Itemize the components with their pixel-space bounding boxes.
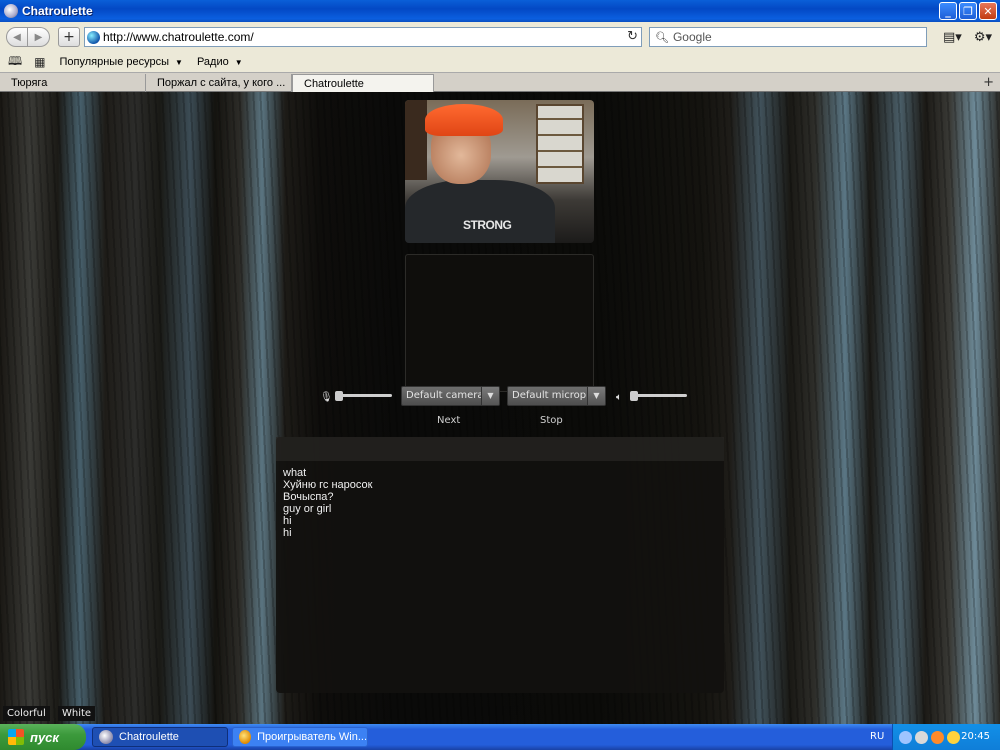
mic-volume-slider[interactable] bbox=[335, 394, 392, 397]
windows-logo-icon bbox=[8, 729, 24, 745]
theme-white-link[interactable]: White bbox=[58, 706, 96, 721]
start-button[interactable]: пуск bbox=[0, 724, 86, 750]
bookmark-popular[interactable]: Популярные ресурсы bbox=[60, 56, 170, 68]
task-label: Проигрыватель Win... bbox=[257, 731, 367, 743]
video-person-shirt bbox=[405, 180, 555, 243]
window-title: Chatroulette bbox=[22, 4, 93, 18]
chat-panel: what Хуйню гс наросок Вочыспа? guy or gi… bbox=[276, 437, 724, 693]
browser-task-icon bbox=[99, 730, 113, 744]
speaker-volume-knob[interactable] bbox=[630, 391, 638, 401]
back-arrow-icon: ◀ bbox=[13, 31, 21, 43]
tools-gear-icon[interactable]: ⚙▾ bbox=[974, 30, 992, 45]
chat-message: what bbox=[283, 467, 307, 479]
plus-icon: + bbox=[63, 29, 75, 45]
security-tray-icon[interactable] bbox=[931, 730, 944, 744]
search-icon[interactable]: 🔍︎ bbox=[655, 31, 669, 44]
page-menu-icon[interactable]: ▤▾ bbox=[943, 30, 962, 45]
chat-message: hi bbox=[283, 515, 292, 527]
chat-message: Хуйню гс наросок bbox=[283, 479, 373, 491]
bookmarks-book-icon[interactable]: 🕮 bbox=[8, 52, 22, 73]
new-tab-plus-icon[interactable]: + bbox=[983, 75, 994, 90]
globe-icon bbox=[87, 30, 100, 44]
tab-turyaga[interactable]: Тюряга bbox=[0, 74, 146, 93]
chevron-down-icon[interactable]: ▼ bbox=[235, 58, 243, 67]
task-media-player[interactable]: Проигрыватель Win... bbox=[232, 727, 368, 747]
camera-select[interactable]: Default camera ▼ bbox=[401, 386, 500, 406]
search-input[interactable] bbox=[672, 30, 913, 44]
tab-porzhal[interactable]: Поржал с сайта, у кого ... bbox=[146, 74, 292, 93]
minimize-button[interactable]: _ bbox=[939, 2, 957, 20]
forward-arrow-icon: ▶ bbox=[34, 31, 43, 43]
media-player-icon bbox=[239, 730, 252, 744]
window-controls: _ ❐ ✕ bbox=[939, 2, 997, 20]
address-url[interactable]: http://www.chatroulette.com/ bbox=[103, 30, 254, 44]
stop-button[interactable]: Stop bbox=[540, 415, 563, 426]
microphone-select-value: Default micropho bbox=[512, 390, 599, 401]
browser-app-icon bbox=[4, 4, 18, 18]
tab-chatroulette[interactable]: Chatroulette bbox=[292, 74, 434, 93]
video-background-window bbox=[536, 104, 584, 184]
update-tray-icon[interactable] bbox=[947, 730, 960, 744]
video-background-shelf bbox=[405, 100, 427, 180]
start-label: пуск bbox=[30, 729, 59, 745]
tab-strip: Тюряга Поржал с сайта, у кого ... Chatro… bbox=[0, 72, 1000, 93]
add-bookmark-button[interactable]: + bbox=[58, 27, 80, 47]
close-button[interactable]: ✕ bbox=[979, 2, 997, 20]
window-titlebar: Chatroulette _ ❐ ✕ bbox=[0, 0, 1000, 22]
local-video bbox=[405, 254, 594, 392]
chevron-down-icon[interactable]: ▼ bbox=[481, 387, 499, 405]
navigation-toolbar: ◀ ▶ + http://www.chatroulette.com/ ↻ 🔍︎ … bbox=[0, 22, 1000, 52]
system-tray: 20:45 bbox=[892, 724, 1000, 750]
chevron-down-icon[interactable]: ▼ bbox=[175, 58, 183, 67]
speaker-icon: 🔈︎ bbox=[616, 392, 622, 403]
back-button[interactable]: ◀ bbox=[6, 27, 28, 47]
volume-tray-icon[interactable] bbox=[899, 730, 912, 744]
theme-colorful-link[interactable]: Colorful bbox=[3, 706, 50, 721]
video-person-cap bbox=[425, 104, 503, 136]
task-label: Chatroulette bbox=[119, 731, 179, 743]
page-content: STRONG 🎙︎ Default camera ▼ Default micro… bbox=[0, 92, 1000, 724]
tool-icons: ▤▾ ⚙▾ bbox=[943, 30, 992, 45]
task-chatroulette[interactable]: Chatroulette bbox=[92, 727, 228, 747]
chevron-down-icon[interactable]: ▼ bbox=[587, 387, 605, 405]
chat-message: Вочыспа? bbox=[283, 491, 334, 503]
language-indicator[interactable]: RU bbox=[870, 731, 884, 742]
bookmarks-bar: 🕮 ▦ Популярные ресурсы ▼ Радио ▼ bbox=[0, 52, 1000, 72]
reload-icon[interactable]: ↻ bbox=[627, 29, 638, 44]
camera-select-value: Default camera bbox=[406, 390, 484, 401]
speaker-volume-slider[interactable] bbox=[630, 394, 687, 397]
microphone-select[interactable]: Default micropho ▼ bbox=[507, 386, 606, 406]
forward-button[interactable]: ▶ bbox=[28, 27, 50, 47]
mic-volume-knob[interactable] bbox=[335, 391, 343, 401]
next-button[interactable]: Next bbox=[437, 415, 460, 426]
address-bar[interactable]: http://www.chatroulette.com/ ↻ bbox=[84, 27, 642, 47]
taskbar: пуск Chatroulette Проигрыватель Win... R… bbox=[0, 724, 1000, 750]
chat-message: hi bbox=[283, 527, 292, 539]
chat-message: guy or girl bbox=[283, 503, 332, 515]
microphone-icon: 🎙︎ bbox=[320, 392, 333, 403]
shirt-print-text: STRONG bbox=[463, 218, 512, 232]
chat-messages: what Хуйню гс наросок Вочыспа? guy or gi… bbox=[283, 467, 372, 539]
chat-input-area[interactable] bbox=[276, 437, 724, 461]
network-tray-icon[interactable] bbox=[915, 730, 928, 744]
search-box[interactable]: 🔍︎ bbox=[649, 27, 927, 47]
speed-dial-grid-icon[interactable]: ▦ bbox=[34, 55, 45, 69]
maximize-button[interactable]: ❐ bbox=[959, 2, 977, 20]
remote-video: STRONG bbox=[405, 100, 594, 243]
clock: 20:45 bbox=[961, 731, 990, 742]
bookmark-radio[interactable]: Радио bbox=[197, 56, 229, 68]
